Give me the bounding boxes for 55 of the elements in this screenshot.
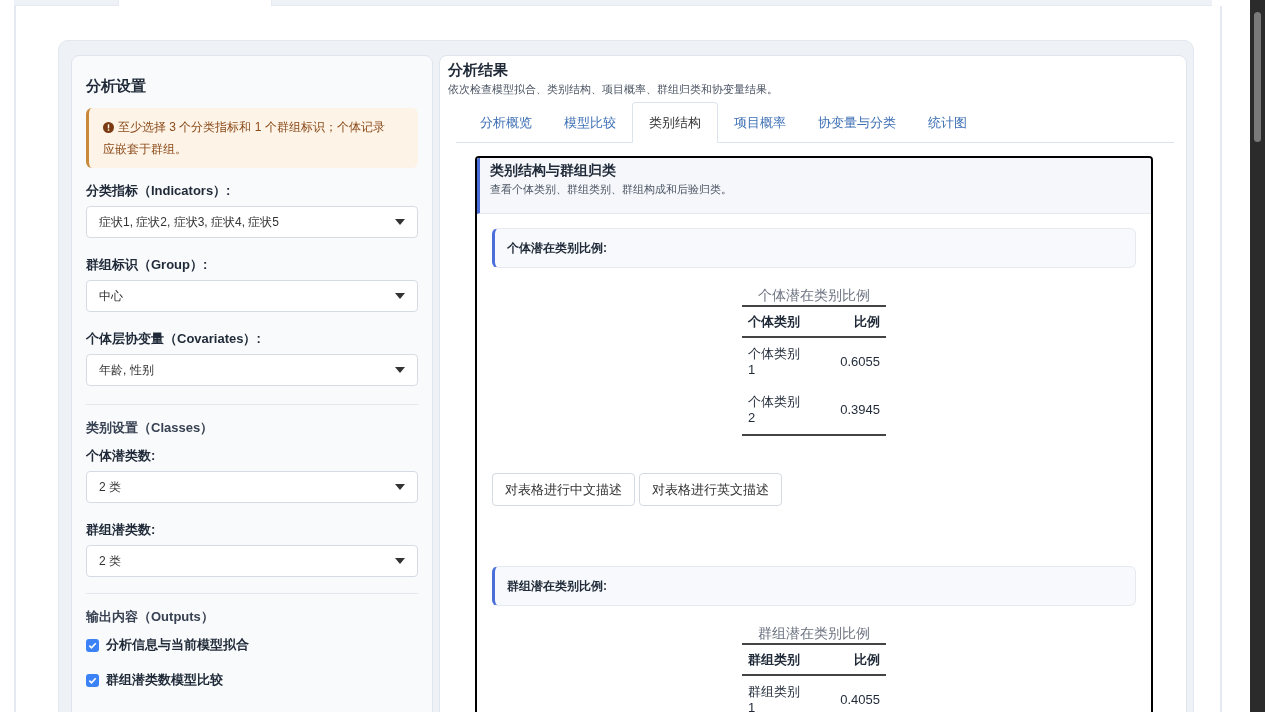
section-heading: 群组潜在类别比例:	[492, 566, 1136, 606]
select-dropdown[interactable]: 中心	[86, 280, 418, 312]
field-label: 个体潜类数:	[86, 447, 157, 465]
scrollbar-thumb[interactable]	[1254, 12, 1261, 142]
checkbox[interactable]	[86, 673, 99, 687]
tab[interactable]	[118, 0, 272, 6]
field-label: 个体层协变量（Covariates）:	[86, 330, 262, 348]
select-dropdown[interactable]: 2 类	[86, 545, 418, 577]
tab[interactable]: 协变量与分类	[802, 102, 912, 143]
describe-button[interactable]: 对表格进行英文描述	[639, 473, 782, 506]
table-cell: 群组类别 1	[742, 675, 812, 712]
tab[interactable]: 分析概览	[464, 102, 548, 143]
field-label: 分类指标（Indicators）:	[86, 182, 232, 200]
field-label: 群组潜类数:	[86, 521, 157, 539]
select-dropdown[interactable]: 症状1, 症状2, 症状3, 症状4, 症状5	[86, 206, 418, 238]
warning-icon	[103, 122, 114, 133]
column-header: 比例	[812, 307, 886, 337]
tab[interactable]: 项目概率	[718, 102, 802, 143]
section-heading: 个体潜在类别比例:	[492, 228, 1136, 268]
describe-button[interactable]: 对表格进行中文描述	[492, 473, 635, 506]
tab[interactable]: 模型比较	[548, 102, 632, 143]
select-dropdown[interactable]: 2 类	[86, 471, 418, 503]
section-heading: 类别设置（Classes）	[86, 419, 215, 437]
card-subtitle: 查看个体类别、群组类别、群组构成和后验归类。	[490, 182, 733, 197]
table-caption: 个体潜在类别比例	[742, 283, 886, 307]
tab[interactable]: 统计图	[912, 102, 983, 143]
table-cell: 0.4055	[812, 675, 886, 712]
column-header: 个体类别	[742, 307, 812, 337]
column-header: 比例	[812, 645, 886, 675]
table-cell: 个体类别 1	[742, 337, 812, 386]
caret-icon	[395, 484, 405, 490]
tab[interactable]: 类别结构	[632, 102, 718, 143]
warning-alert: 至少选择 3 个分类指标和 1 个群组标识；个体记录应嵌套于群组。	[86, 108, 418, 168]
select-dropdown[interactable]: 年龄, 性别	[86, 354, 418, 386]
column-header: 群组类别	[742, 645, 812, 675]
panel-subtitle: 依次检查模型拟合、类别结构、项目概率、群组归类和协变量结果。	[448, 82, 779, 97]
caret-icon	[395, 558, 405, 564]
field-label: 群组标识（Group）:	[86, 256, 209, 274]
section-heading: 输出内容（Outputs）	[86, 608, 215, 626]
panel-title: 分析结果	[448, 60, 509, 80]
checkbox[interactable]	[86, 638, 99, 652]
table-cell: 个体类别 2	[742, 386, 812, 435]
table-caption: 群组潜在类别比例	[742, 621, 886, 645]
card-title: 类别结构与群组归类	[490, 161, 617, 180]
caret-icon	[395, 367, 405, 373]
tab[interactable]	[272, 0, 1212, 6]
tab[interactable]	[14, 0, 118, 6]
checkbox-label[interactable]: 分析信息与当前模型拟合	[106, 635, 249, 655]
checkbox-label[interactable]: 群组潜类数模型比较	[106, 670, 223, 690]
caret-icon	[395, 219, 405, 225]
table-cell: 0.6055	[812, 337, 886, 386]
caret-icon	[395, 293, 405, 299]
panel-title: 分析设置	[86, 76, 147, 96]
table-cell: 0.3945	[812, 386, 886, 435]
scrollbar[interactable]	[1250, 0, 1265, 712]
